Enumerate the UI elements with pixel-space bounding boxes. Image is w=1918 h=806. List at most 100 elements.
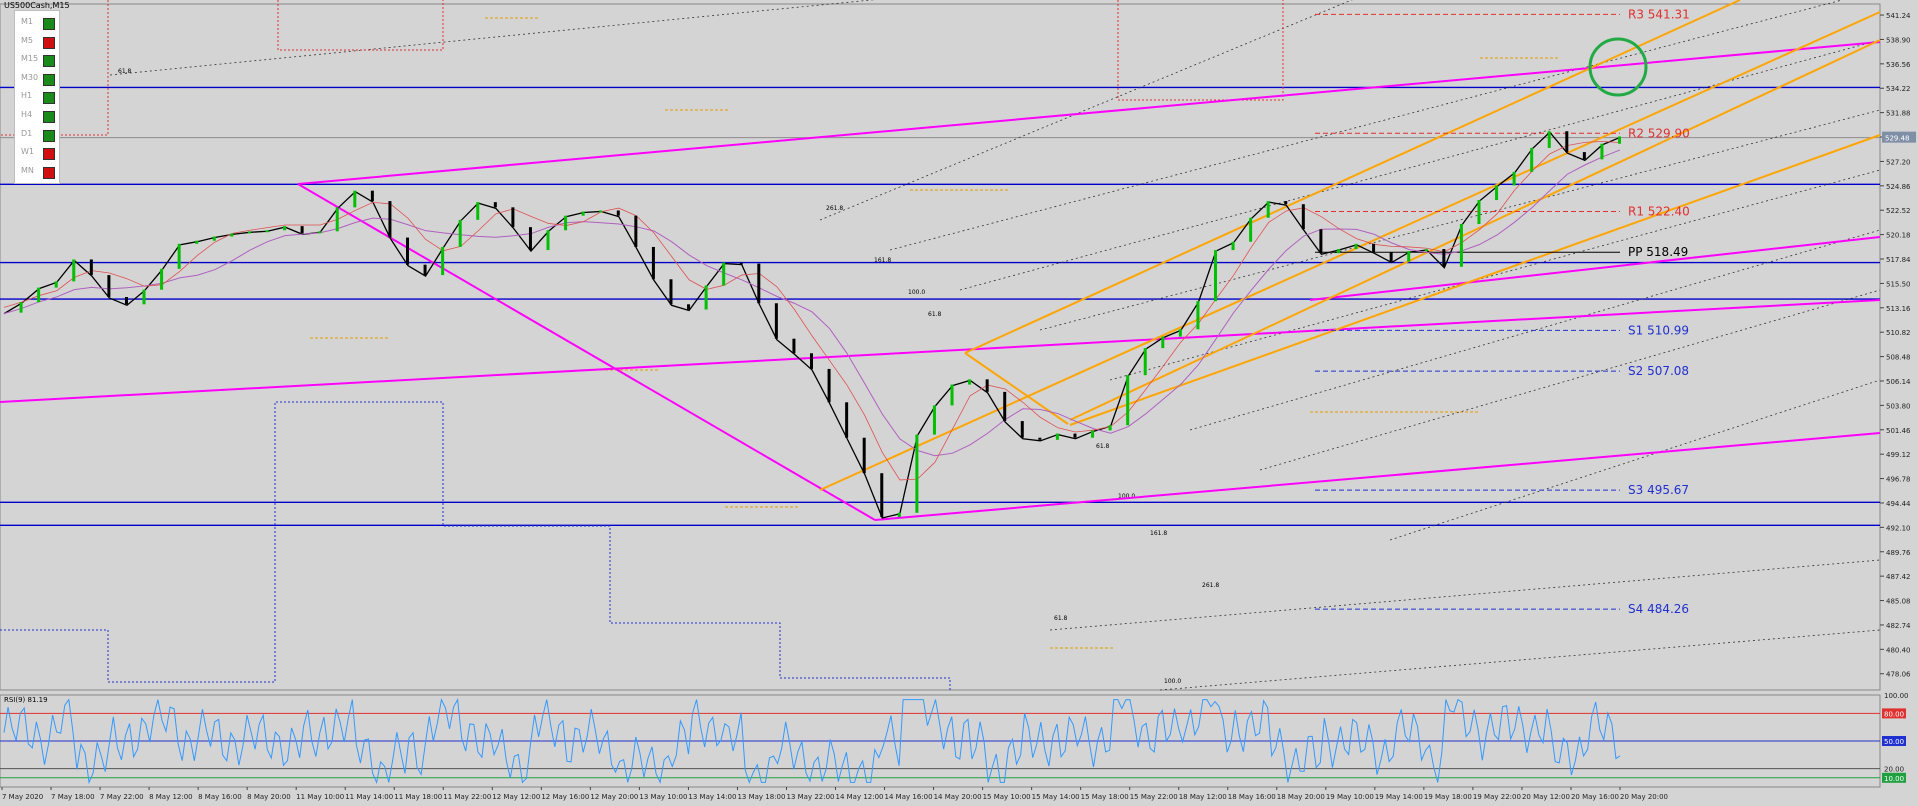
price-tick-label: 487.42: [1886, 573, 1911, 581]
price-candle: [1618, 136, 1621, 144]
price-candle: [651, 246, 655, 280]
price-candle: [107, 275, 111, 297]
price-candle: [124, 297, 128, 305]
price-tick-label: 513.16: [1886, 305, 1911, 313]
chart-root: 541.24538.90536.56534.22531.88529.54527.…: [0, 0, 1918, 806]
price-candle: [265, 230, 269, 233]
time-tick-label: 20 May 16:00: [1571, 793, 1619, 801]
pivot-label: S1 510.99: [1628, 323, 1689, 337]
price-candle: [1512, 171, 1516, 186]
price-candle: [985, 379, 989, 392]
price-candle: [810, 353, 813, 369]
timeframe-status-indicator: [43, 111, 55, 123]
timeframe-row-m5[interactable]: M5: [19, 34, 57, 52]
timeframe-label: D1: [21, 128, 33, 138]
price-tick-label: 482.74: [1886, 622, 1911, 630]
price-candle: [300, 226, 304, 234]
pivot-label: S2 507.08: [1628, 364, 1689, 378]
price-tick-label: 478.06: [1886, 671, 1911, 679]
fib-level-label: 100.0: [908, 289, 925, 296]
time-tick-label: 14 May 20:00: [934, 793, 982, 801]
pivot-label: R2 529.90: [1628, 126, 1690, 140]
price-candle: [950, 384, 954, 406]
price-candle: [897, 512, 901, 517]
price-candle: [423, 264, 427, 276]
time-tick-label: 14 May 16:00: [885, 793, 933, 801]
rsi-tick-label: 10.00: [1884, 775, 1904, 783]
price-candle: [1055, 433, 1059, 440]
timeframe-row-w1[interactable]: W1: [19, 145, 57, 163]
price-candle: [1020, 421, 1024, 438]
price-candle: [564, 215, 568, 231]
price-candle: [1389, 252, 1393, 262]
price-candle: [1196, 301, 1200, 330]
price-candle: [1319, 229, 1323, 254]
price-candle: [1073, 433, 1077, 438]
time-tick-label: 20 May 20:00: [1620, 793, 1668, 801]
time-tick-label: 13 May 18:00: [737, 793, 785, 801]
timeframe-row-mn[interactable]: MN: [19, 164, 57, 182]
timeframe-row-d1[interactable]: D1: [19, 127, 57, 145]
price-candle: [1143, 348, 1147, 376]
price-candle: [1336, 249, 1340, 254]
timeframe-status-indicator: [43, 92, 55, 105]
fib-level-label: 161.8: [1150, 530, 1167, 537]
time-tick-label: 15 May 14:00: [1032, 793, 1080, 801]
timeframe-status-indicator: [43, 55, 55, 68]
timeframe-row-m15[interactable]: M15: [19, 52, 57, 70]
price-candle: [915, 434, 919, 513]
time-tick-label: 7 May 2020: [2, 793, 43, 801]
time-tick-label: 19 May 10:00: [1326, 793, 1374, 801]
price-candle: [774, 303, 778, 339]
price-tick-label: 538.90: [1886, 36, 1911, 44]
time-tick-label: 19 May 18:00: [1424, 793, 1472, 801]
rsi-tick-label: 20.00: [1884, 766, 1904, 774]
price-candle: [1547, 131, 1551, 148]
time-tick-label: 8 May 20:00: [247, 793, 291, 801]
timeframe-row-m1[interactable]: M1: [19, 15, 57, 33]
price-tick-label: 522.52: [1886, 207, 1911, 215]
rsi-tick-label: 50.00: [1884, 738, 1904, 746]
timeframe-label: M15: [21, 54, 39, 64]
time-tick-label: 18 May 12:00: [1179, 793, 1227, 801]
rsi-tick-label: 80.00: [1884, 710, 1904, 718]
price-candle: [230, 233, 234, 237]
price-candle: [581, 211, 585, 216]
price-candle: [827, 368, 831, 403]
price-candle: [1477, 200, 1481, 225]
price-tick-label: 503.80: [1886, 402, 1911, 410]
price-candle: [1582, 152, 1586, 160]
price-candle: [1407, 251, 1411, 262]
timeframe-row-h4[interactable]: H4: [19, 108, 57, 126]
timeframe-label: H4: [21, 110, 33, 119]
timeframe-status-indicator: [43, 18, 55, 30]
time-tick-label: 7 May 22:00: [100, 793, 144, 801]
price-tick-label: 494.44: [1886, 500, 1911, 508]
timeframe-row-h1[interactable]: H1: [19, 89, 57, 107]
price-tick-label: 489.76: [1886, 549, 1911, 557]
price-candle: [1565, 131, 1569, 153]
price-candle: [511, 207, 515, 228]
price-candle: [1442, 249, 1446, 267]
price-candle: [1126, 375, 1130, 426]
price-candle: [406, 237, 409, 265]
price-candle: [1003, 391, 1007, 422]
price-candle: [792, 338, 796, 354]
price-tick-label: 527.20: [1886, 158, 1911, 166]
price-candle: [704, 285, 708, 310]
fib-level-label: 261.8: [1202, 582, 1219, 589]
time-tick-label: 11 May 22:00: [443, 793, 491, 801]
time-tick-label: 11 May 14:00: [345, 793, 393, 801]
price-tick-label: 515.50: [1886, 280, 1911, 288]
chart-canvas[interactable]: 541.24538.90536.56534.22531.88529.54527.…: [0, 0, 1918, 806]
time-tick-label: 8 May 16:00: [198, 793, 242, 801]
time-tick-label: 13 May 22:00: [786, 793, 834, 801]
price-candle: [1091, 430, 1095, 438]
price-tick-label: 501.46: [1886, 427, 1911, 435]
price-candle: [335, 207, 339, 232]
pivot-label: S3 495.67: [1628, 483, 1689, 497]
price-candle: [1178, 329, 1182, 337]
price-candle: [247, 231, 251, 234]
timeframe-label: M30: [21, 72, 39, 82]
timeframe-row-m30[interactable]: M30: [19, 71, 57, 89]
